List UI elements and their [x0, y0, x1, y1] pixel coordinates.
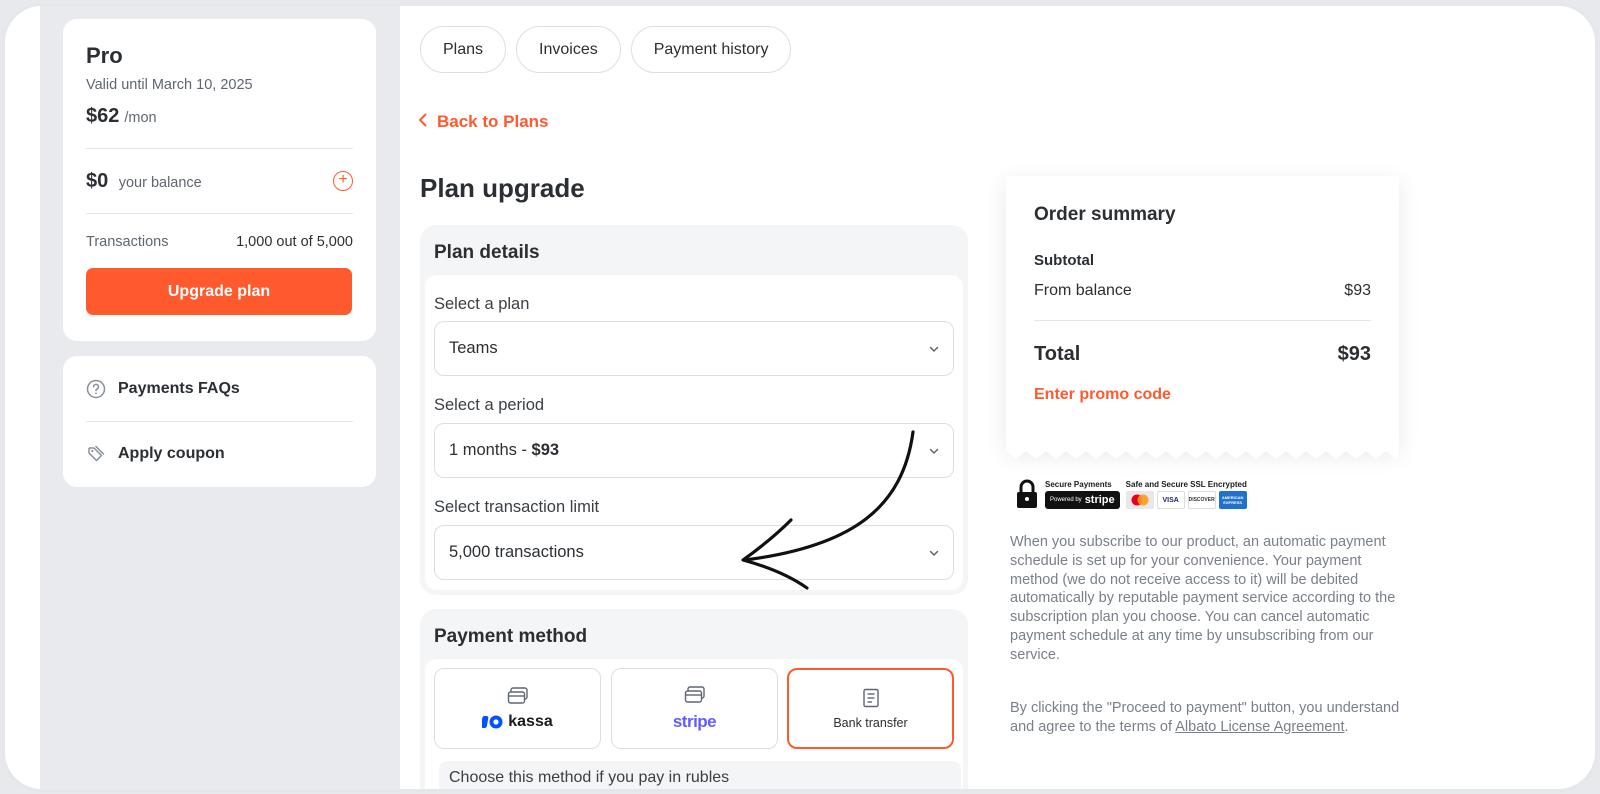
total-row: Total $93	[1034, 343, 1371, 366]
app-window: Pro Valid until March 10, 2025 $62 /mon …	[2, 3, 1598, 792]
payment-option-kassa[interactable]: kassa	[434, 668, 601, 749]
back-to-plans-link[interactable]: Back to Plans	[418, 112, 549, 132]
payments-faqs-link[interactable]: Payments FAQs	[86, 356, 353, 421]
total-label: Total	[1034, 343, 1081, 365]
bank-transfer-label: Bank transfer	[833, 715, 908, 730]
plan-select[interactable]: Teams	[434, 321, 954, 376]
card-icon	[684, 685, 705, 703]
balance-label: your balance	[118, 174, 202, 191]
apply-coupon-link[interactable]: Apply coupon	[86, 421, 353, 486]
visa-icon: VISA	[1156, 491, 1185, 509]
discover-icon: DISCOVER	[1187, 491, 1216, 509]
chevron-left-icon	[418, 113, 427, 132]
left-strip	[5, 6, 40, 789]
lock-icon	[1017, 479, 1037, 508]
plan-select-label: Select a plan	[434, 295, 530, 313]
card-icon	[507, 686, 528, 704]
period-price: $93	[531, 441, 560, 459]
plan-price: $62	[86, 105, 120, 127]
ssl-badge: Safe and Secure SSL Encrypted VISA DISCO…	[1125, 480, 1247, 509]
stripe-secure-badge: Secure Payments Powered by stripe	[1045, 480, 1120, 509]
payment-option-stripe[interactable]: stripe	[611, 668, 778, 749]
plan-name: Pro	[86, 43, 123, 68]
limit-select-value: 5,000 transactions	[449, 543, 584, 561]
current-plan-card: Pro Valid until March 10, 2025 $62 /mon …	[63, 19, 376, 341]
powered-by-stripe: Powered by stripe	[1045, 491, 1120, 509]
mastercard-icon	[1125, 491, 1154, 509]
balance-row: $0 your balance +	[86, 149, 353, 213]
stripe-logo: stripe	[672, 711, 717, 731]
plan-price-row: $62 /mon	[86, 105, 353, 128]
back-to-plans-label: Back to Plans	[437, 112, 549, 131]
subscription-disclaimer: When you subscribe to our product, an au…	[1010, 534, 1396, 663]
enter-promo-code-link[interactable]: Enter promo code	[1034, 386, 1371, 404]
from-balance-value: $93	[1344, 282, 1371, 299]
limit-select-label: Select transaction limit	[434, 498, 600, 516]
transactions-value: 1,000 out of 5,000	[236, 234, 353, 250]
plan-valid-until: Valid until March 10, 2025	[86, 77, 253, 93]
kassa-logo: kassa	[482, 713, 553, 731]
plan-price-unit: /mon	[124, 110, 157, 126]
plan-select-value: Teams	[449, 339, 498, 357]
payment-method-section: Payment method kassa stripe Bank transfe…	[420, 609, 968, 789]
subtotal-label: Subtotal	[1034, 252, 1094, 269]
total-value: $93	[1337, 343, 1371, 365]
payments-faqs-label: Payments FAQs	[118, 379, 240, 397]
order-summary-card: Order summary Subtotal From balance $93 …	[1006, 176, 1399, 449]
divider	[1034, 320, 1371, 321]
tab-invoices[interactable]: Invoices	[516, 26, 621, 73]
period-select-value: 1 months - $93	[449, 441, 560, 459]
from-balance-label: From balance	[1034, 282, 1132, 299]
payment-method-body: kassa stripe Bank transfer Choose this m…	[425, 659, 963, 789]
chevron-down-icon	[929, 550, 939, 556]
receipt-icon	[862, 688, 879, 707]
transactions-label: Transactions	[86, 234, 169, 250]
payment-method-title: Payment method	[434, 626, 588, 647]
tag-icon	[86, 444, 106, 464]
question-circle-icon	[86, 379, 106, 399]
plus-circle-icon[interactable]: +	[333, 171, 353, 191]
payment-method-note: Choose this method if you pay in rubles	[439, 761, 961, 789]
payment-option-bank-transfer[interactable]: Bank transfer	[787, 668, 954, 749]
card-logos: VISA DISCOVER AMERICAN EXPRESS	[1125, 491, 1247, 509]
chevron-down-icon	[929, 346, 939, 352]
period-select-label: Select a period	[434, 396, 545, 414]
billing-tabs: Plans Invoices Payment history	[420, 26, 792, 73]
divider	[86, 213, 353, 214]
order-summary-title: Order summary	[1034, 204, 1176, 225]
app-frame: Pro Valid until March 10, 2025 $62 /mon …	[0, 0, 1600, 794]
receipt-edge	[1006, 449, 1399, 459]
balance-value: $0	[86, 169, 109, 192]
tab-plans[interactable]: Plans	[420, 26, 507, 73]
from-balance-row: From balance $93	[1034, 282, 1371, 300]
page-title: Plan upgrade	[420, 173, 585, 203]
license-agreement-link[interactable]: Albato License Agreement	[1175, 719, 1344, 735]
apply-coupon-label: Apply coupon	[118, 445, 225, 462]
chevron-down-icon	[929, 448, 939, 454]
security-badges: Secure Payments Powered by stripe Safe a…	[1015, 479, 1247, 509]
license-agreement-text: By clicking the "Proceed to payment" but…	[1010, 700, 1400, 735]
upgrade-plan-button[interactable]: Upgrade plan	[86, 268, 352, 315]
annotation-arrow-icon	[741, 430, 915, 590]
help-links-card: Payments FAQs Apply coupon	[63, 356, 376, 487]
transactions-row: Transactions 1,000 out of 5,000	[86, 234, 353, 250]
tab-payment-history[interactable]: Payment history	[630, 26, 792, 73]
amex-icon: AMERICAN EXPRESS	[1218, 491, 1247, 509]
plan-details-title: Plan details	[434, 242, 540, 263]
